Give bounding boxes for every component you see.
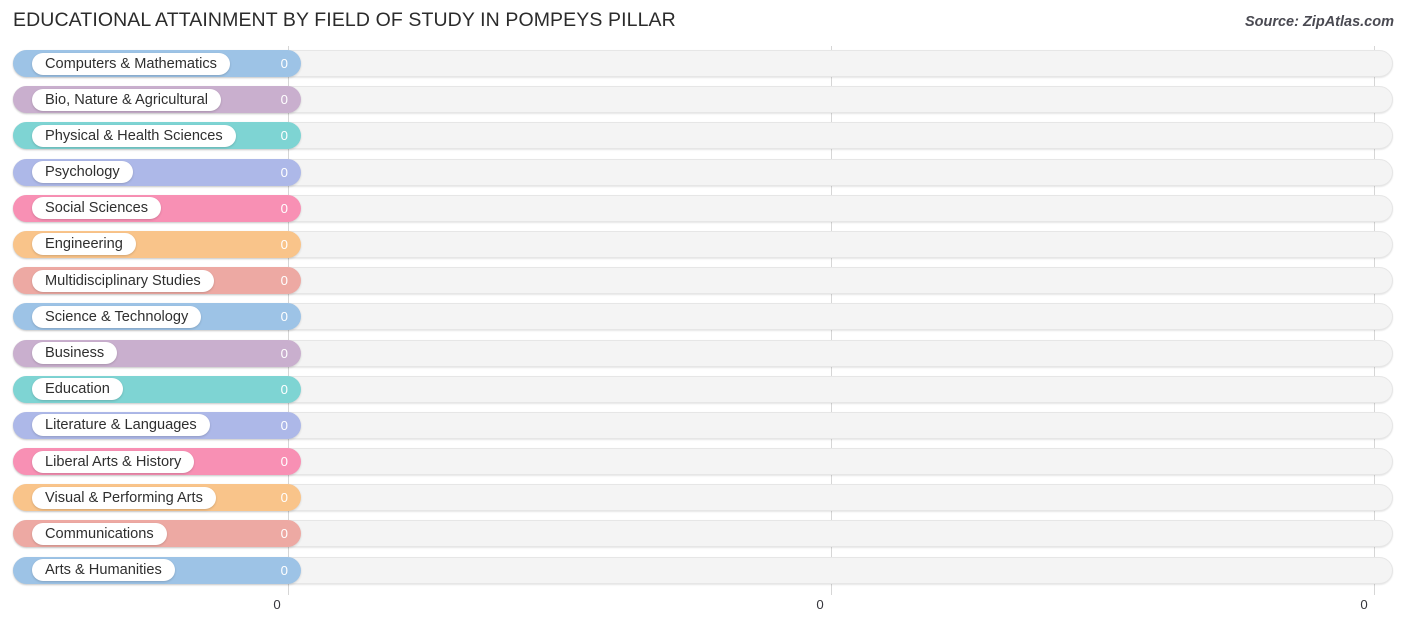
bar-fill[interactable]: 0 Engineering <box>13 230 301 258</box>
x-axis-tick-label: 0 <box>1360 597 1368 612</box>
bar-value-label: 0 <box>280 345 288 361</box>
bar-fill[interactable]: 0 Communications <box>13 520 301 548</box>
category-label: Business <box>32 342 118 364</box>
bar-row: 0 Communications <box>0 516 1406 552</box>
category-label: Literature & Languages <box>32 414 210 437</box>
bar-fill[interactable]: 0 Bio, Nature & Agricultural <box>13 86 301 114</box>
source-attribution: Source: ZipAtlas.com <box>1244 14 1394 30</box>
category-label: Liberal Arts & History <box>32 450 195 473</box>
category-label: Science & Technology <box>32 305 202 328</box>
bar-value-label: 0 <box>280 490 288 506</box>
bar-row: 0 Liberal Arts & History <box>0 444 1406 480</box>
bar-fill[interactable]: 0 Psychology <box>13 158 301 186</box>
bar-value-label: 0 <box>280 562 288 578</box>
bar-fill[interactable]: 0 Physical & Health Sciences <box>13 122 301 150</box>
x-axis-tick-label: 0 <box>816 597 824 612</box>
bar-fill[interactable]: 0 Computers & Mathematics <box>13 50 301 77</box>
bar-row: 0 Social Sciences <box>0 191 1406 227</box>
bar-value-label: 0 <box>280 56 288 71</box>
bar-fill[interactable]: 0 Education <box>13 375 301 403</box>
bar-fill[interactable]: 0 Visual & Performing Arts <box>13 484 301 512</box>
bar-row: 0 Education <box>0 372 1406 408</box>
category-label: Computers & Mathematics <box>32 52 230 75</box>
bar-value-label: 0 <box>280 128 288 144</box>
bar-value-label: 0 <box>280 92 288 108</box>
bar-row: 0 Psychology <box>0 155 1406 191</box>
bar-row: 0 Science & Technology <box>0 299 1406 335</box>
category-label: Bio, Nature & Agricultural <box>32 88 222 111</box>
bar-fill[interactable]: 0 Arts & Humanities <box>13 556 301 584</box>
bar-value-label: 0 <box>280 309 288 325</box>
category-label: Social Sciences <box>32 197 162 220</box>
bar-value-label: 0 <box>280 526 288 542</box>
bar-row: 0 Business <box>0 336 1406 372</box>
bar-row: 0 Literature & Languages <box>0 408 1406 444</box>
bar-row: 0 Visual & Performing Arts <box>0 480 1406 516</box>
category-label: Multidisciplinary Studies <box>32 269 214 292</box>
bar-row: 0 Bio, Nature & Agricultural <box>0 82 1406 118</box>
page-title: EDUCATIONAL ATTAINMENT BY FIELD OF STUDY… <box>13 9 676 31</box>
category-label: Communications <box>32 522 167 545</box>
bar-fill[interactable]: 0 Literature & Languages <box>13 411 301 439</box>
bar-value-label: 0 <box>280 236 288 252</box>
bar-fill[interactable]: 0 Social Sciences <box>13 194 301 222</box>
bar-value-label: 0 <box>280 200 288 216</box>
category-label: Physical & Health Sciences <box>32 124 236 147</box>
bar-row: 0 Physical & Health Sciences <box>0 118 1406 154</box>
x-axis: 0 0 0 <box>0 595 1406 631</box>
category-label: Engineering <box>32 233 136 256</box>
category-label: Education <box>32 378 123 401</box>
bar-row: 0 Arts & Humanities <box>0 553 1406 589</box>
chart-header: EDUCATIONAL ATTAINMENT BY FIELD OF STUDY… <box>0 0 1406 42</box>
bar-fill[interactable]: 0 Liberal Arts & History <box>13 448 301 476</box>
chart-plot-area: 0 Computers & Mathematics 0 Bio, Nature & A… <box>0 46 1406 595</box>
bar-value-label: 0 <box>280 454 288 470</box>
bar-row: 0 Engineering <box>0 227 1406 263</box>
category-label: Psychology <box>32 161 133 184</box>
bar-fill[interactable]: 0 Multidisciplinary Studies <box>13 267 301 295</box>
bar-fill[interactable]: 0 Science & Technology <box>13 303 301 331</box>
bar-value-label: 0 <box>280 273 288 289</box>
bar-value-label: 0 <box>280 417 288 433</box>
bar-value-label: 0 <box>280 164 288 180</box>
category-label: Visual & Performing Arts <box>32 486 216 509</box>
bar-fill[interactable]: 0 Business <box>13 339 301 367</box>
bar-row: 0 Multidisciplinary Studies <box>0 263 1406 299</box>
bar-rows: 0 Computers & Mathematics 0 Bio, Nature & A… <box>0 46 1406 589</box>
bar-value-label: 0 <box>280 381 288 397</box>
x-axis-tick-label: 0 <box>273 597 281 612</box>
bar-row: 0 Computers & Mathematics <box>0 46 1406 82</box>
category-label: Arts & Humanities <box>32 559 175 582</box>
